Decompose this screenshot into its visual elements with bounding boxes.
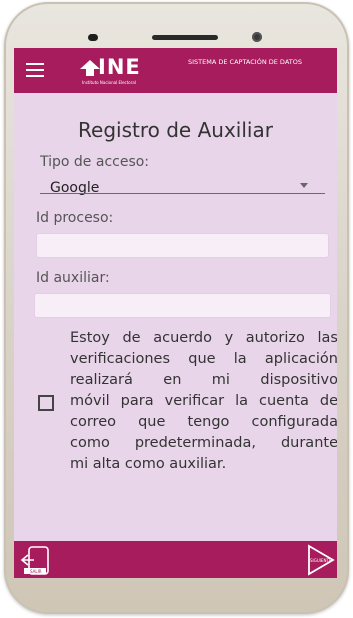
hamburger-icon[interactable]	[26, 63, 44, 77]
logo-text: INE	[98, 55, 141, 79]
ine-logo-mark-icon	[80, 60, 100, 76]
consent-line: realizará en mi dispositivo	[70, 372, 337, 388]
consent-checkbox[interactable]	[38, 395, 54, 411]
exit-button[interactable]: SALIR	[20, 545, 50, 576]
auxiliary-id-input[interactable]	[34, 293, 331, 318]
process-id-label: Id proceso:	[36, 210, 114, 226]
consent-text: Estoy de acuerdo y autorizo las verifica…	[70, 328, 337, 475]
page-title: Registro de Auxiliar	[78, 118, 273, 142]
front-camera	[252, 32, 262, 42]
process-id-input[interactable]	[36, 233, 329, 258]
consent-line: verificaciones que la aplicación	[70, 351, 337, 367]
consent-line: Estoy de acuerdo y autorizo las	[70, 330, 337, 346]
bottom-navigation: SALIR SIGUIENTE	[14, 541, 337, 578]
app-screen: INE Instituto Nacional Electoral SISTEMA…	[14, 48, 337, 578]
consent-line: móvil para verificar la cuenta de	[70, 393, 337, 409]
app-header: INE Instituto Nacional Electoral SISTEMA…	[14, 48, 337, 93]
logo-subtitle: Instituto Nacional Electoral	[82, 80, 136, 85]
earpiece-speaker	[152, 35, 218, 40]
next-button[interactable]: SIGUIENTE	[306, 544, 336, 576]
consent-line: mi alta como auxiliar.	[70, 456, 227, 472]
ine-logo: INE Instituto Nacional Electoral	[78, 55, 162, 86]
system-title: SISTEMA DE CAPTACIÓN DE DATOS	[188, 58, 302, 66]
select-underline	[40, 193, 325, 194]
next-label: SIGUIENTE	[310, 558, 332, 563]
access-type-label: Tipo de acceso:	[40, 154, 150, 170]
consent-line: como predeterminada, durante	[70, 435, 337, 451]
consent-line: correo que tengo configurada	[70, 414, 337, 430]
exit-label: SALIR	[30, 569, 42, 574]
auxiliary-id-label: Id auxiliar:	[36, 270, 110, 286]
proximity-sensor	[88, 34, 98, 41]
dropdown-arrow-icon[interactable]	[300, 183, 308, 188]
